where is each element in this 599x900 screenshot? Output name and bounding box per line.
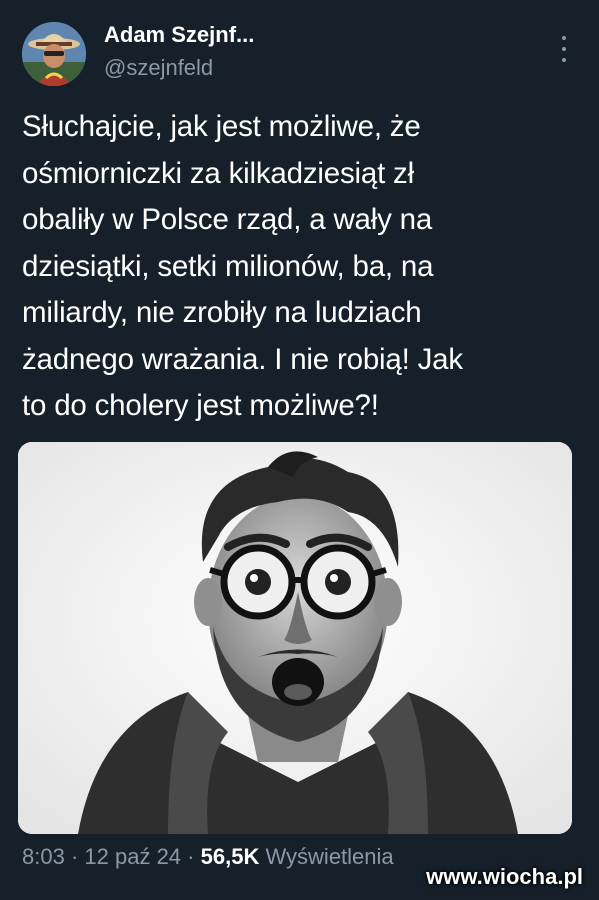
- display-name[interactable]: Adam Szejnf...: [104, 22, 254, 48]
- watermark: www.wiocha.pl: [426, 864, 583, 889]
- tweet-date[interactable]: 12 paź 24: [84, 844, 181, 869]
- user-handle[interactable]: @szejnfeld: [104, 55, 213, 81]
- separator-dot: ·: [70, 844, 79, 869]
- views-count: 56,5K: [200, 844, 260, 869]
- tweet-text-line: miliardy, nie zrobiły na ludziach: [22, 296, 422, 329]
- shocked-man-photo-icon: [18, 442, 572, 834]
- tweet-text-line: obaliły w Polsce rząd, a wały na: [22, 203, 433, 236]
- tweet-text-line: to do cholery jest możliwe?!: [22, 389, 379, 422]
- tweet-header: Adam Szejnf... @szejnfeld: [0, 0, 599, 100]
- tweet-time[interactable]: 8:03: [22, 844, 65, 869]
- tweet-text-line: dziesiątki, setki milionów, ba, na: [22, 249, 434, 283]
- avatar-photo-icon: [22, 22, 86, 86]
- tweet-text-line: żadnego wrażania. I nie robią! Jak: [22, 342, 463, 376]
- more-options-icon[interactable]: [556, 36, 572, 62]
- separator-dot: ·: [187, 844, 195, 869]
- tweet-text-line: ośmiorniczki za kilkadziesiąt zł: [22, 156, 414, 190]
- tweet-text-line: Słuchajcie, jak jest możliwe, że: [22, 110, 421, 143]
- tweet-meta: 8:03 · 12 paź 24 · 56,5K Wyświetlenia: [22, 844, 394, 870]
- avatar[interactable]: [22, 22, 86, 86]
- views-label[interactable]: Wyświetlenia: [265, 844, 393, 869]
- tweet-media-image[interactable]: [18, 442, 572, 834]
- tweet-text: Słuchajcie, jak jest możliwe, że ośmiorn…: [22, 104, 582, 430]
